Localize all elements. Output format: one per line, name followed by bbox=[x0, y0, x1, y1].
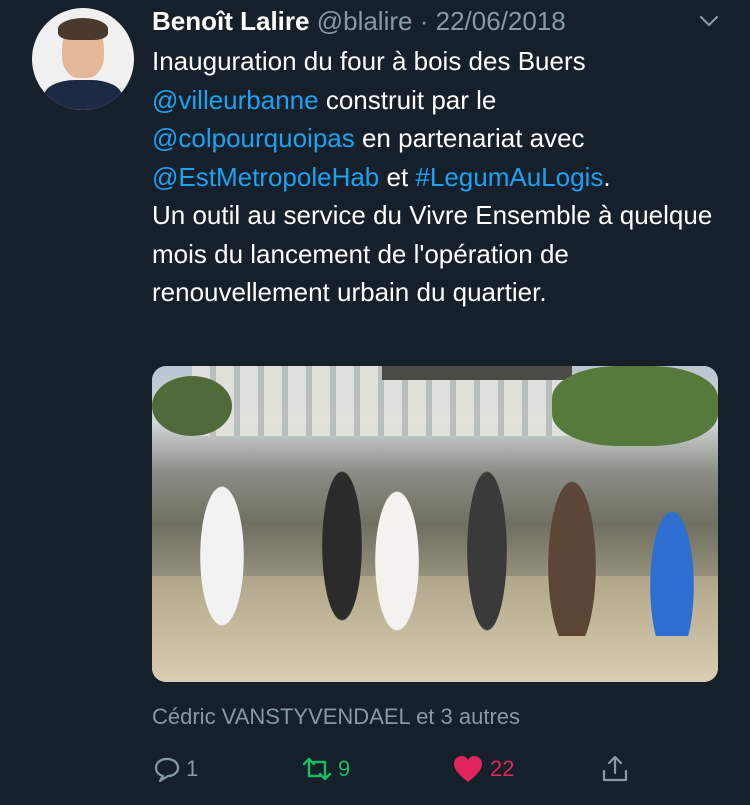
tweet-text: Inauguration du four à bois des Buers @vi… bbox=[152, 42, 722, 312]
tweet-text-part: Un outil au service du Vivre Ensemble à … bbox=[152, 200, 713, 307]
tweet-photo[interactable] bbox=[152, 366, 718, 682]
social-context[interactable]: Cédric VANSTYVENDAEL et 3 autres bbox=[152, 704, 520, 730]
tweet-text-part: et bbox=[379, 161, 416, 192]
header-separator: · bbox=[419, 6, 429, 36]
tweet-text-part: . bbox=[603, 161, 611, 192]
tweet-text-part: construit par le bbox=[318, 84, 497, 115]
tweet-date[interactable]: 22/06/2018 bbox=[436, 6, 566, 36]
tweet-text-part: en partenariat avec bbox=[354, 123, 585, 153]
photo-oven-roof bbox=[382, 366, 572, 380]
retweet-count: 9 bbox=[338, 756, 351, 781]
reply-button[interactable]: 1 bbox=[152, 752, 198, 786]
avatar-shirt bbox=[44, 80, 122, 110]
avatar-hair bbox=[58, 18, 108, 40]
reply-icon bbox=[152, 754, 182, 784]
retweet-button[interactable]: 9 bbox=[300, 752, 350, 786]
like-button[interactable]: 22 bbox=[452, 752, 514, 786]
author-handle[interactable]: @blalire bbox=[317, 6, 413, 36]
mention-link[interactable]: @colpourquoipas bbox=[152, 123, 355, 153]
like-count: 22 bbox=[490, 756, 515, 781]
hashtag-link[interactable]: #LegumAuLogis bbox=[415, 162, 603, 192]
tweet-actions: 1 9 22 bbox=[0, 752, 750, 786]
photo-crowd bbox=[152, 436, 718, 636]
author-name[interactable]: Benoît Lalire bbox=[152, 6, 309, 36]
tweet-header: Benoît Lalire @blalire · 22/06/2018 bbox=[152, 6, 566, 36]
photo-tree bbox=[152, 376, 232, 436]
mention-link[interactable]: @EstMetropoleHab bbox=[152, 162, 379, 192]
share-button[interactable] bbox=[600, 752, 630, 786]
share-icon bbox=[600, 754, 630, 784]
tweet-text-part: Inauguration du four à bois des Buers bbox=[152, 46, 586, 76]
avatar[interactable] bbox=[32, 8, 134, 110]
chevron-down-icon[interactable] bbox=[698, 10, 720, 32]
reply-count: 1 bbox=[186, 756, 199, 781]
retweet-icon bbox=[300, 754, 334, 784]
photo-tree bbox=[552, 366, 718, 446]
heart-icon bbox=[452, 754, 484, 784]
mention-link[interactable]: @villeurbanne bbox=[152, 85, 319, 115]
